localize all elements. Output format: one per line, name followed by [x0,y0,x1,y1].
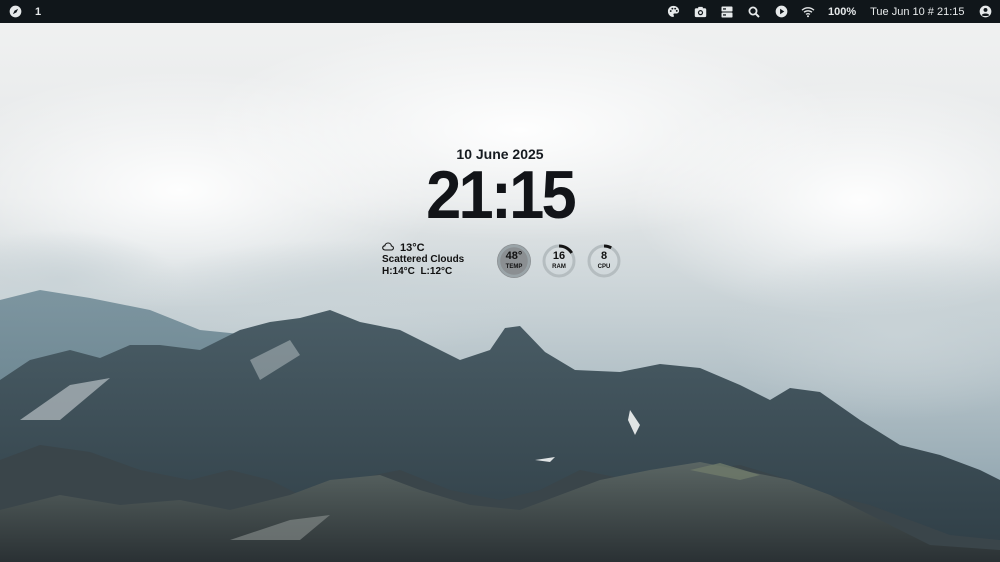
gauge-ram-label: RAM [552,264,566,270]
system-gauges: 48° TEMP 16 RAM 8 CPU [496,243,622,279]
panel-left: 1 [0,5,41,19]
compass-icon[interactable] [8,5,22,19]
weather-condition: Scattered Clouds [382,254,465,265]
palette-icon[interactable] [666,5,680,19]
play-icon[interactable] [774,5,788,19]
dashboard-icon[interactable] [720,5,734,19]
gauge-cpu-value: 8 [600,250,608,262]
weather-temp: 13°C [400,242,425,254]
account-icon[interactable] [978,5,992,19]
weather-high-low: H:14°C L:12°C [382,266,453,277]
cloud-icon [382,242,394,254]
battery-percentage[interactable]: 100% [828,6,856,18]
gauge-ram-value: 16 [552,250,566,262]
mountain-landscape [0,0,1000,562]
desktop-wallpaper [0,0,1000,562]
gauge-cpu: 8 CPU [586,243,622,279]
camera-icon[interactable] [693,5,707,19]
wifi-icon[interactable] [801,5,815,19]
panel-clock[interactable]: Tue Jun 10 # 21:15 [870,6,964,18]
search-icon[interactable] [747,5,761,19]
gauge-ram: 16 RAM [541,243,577,279]
top-panel: 1 100% Tue Jun 10 # 21:15 [0,0,1000,23]
gauge-cpu-label: CPU [597,264,611,270]
gauge-temp: 48° TEMP [496,243,532,279]
weather-current: 13°C [382,242,464,254]
gauge-temp-value: 48° [505,250,523,262]
gauge-temp-label: TEMP [505,264,523,270]
weather-widget: 13°C Scattered Clouds H:14°C L:12°C [382,242,464,278]
workspace-indicator[interactable]: 1 [35,6,41,18]
widget-clock: 21:15 [426,157,577,233]
panel-right: 100% Tue Jun 10 # 21:15 [660,5,1000,19]
